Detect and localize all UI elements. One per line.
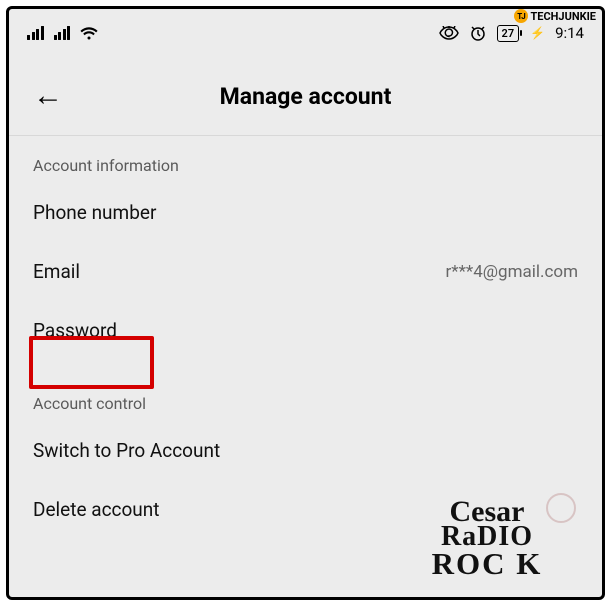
row-password[interactable]: Password: [9, 301, 602, 360]
page-title: Manage account: [9, 83, 602, 110]
section-account-control: Account control: [9, 360, 602, 421]
signal-1-icon: [27, 26, 44, 40]
row-label: Phone number: [33, 201, 156, 224]
wifi-icon: [80, 26, 98, 40]
row-switch-pro[interactable]: Switch to Pro Account: [9, 421, 602, 480]
watermark-line3: ROC K: [432, 550, 543, 577]
techjunkie-text: TECHJUNKIE: [530, 10, 596, 23]
email-value: r***4@gmail.com: [446, 262, 579, 282]
status-right: 27 ⚡ 9:14: [439, 24, 584, 42]
row-phone-number[interactable]: Phone number: [9, 183, 602, 242]
battery-indicator: 27: [497, 25, 520, 42]
row-label: Switch to Pro Account: [33, 439, 220, 462]
eye-icon: [439, 26, 459, 40]
battery-level: 27: [502, 27, 515, 40]
row-label: Email: [33, 260, 80, 283]
titlebar: ← Manage account: [9, 53, 602, 135]
status-bar: 27 ⚡ 9:14: [9, 13, 602, 53]
clock: 9:14: [555, 24, 584, 42]
section-account-information: Account information: [9, 136, 602, 183]
row-delete-account[interactable]: Delete account: [9, 480, 602, 539]
device-frame: TJ TECHJUNKIE 27 ⚡ 9:1: [6, 6, 605, 600]
back-arrow-icon[interactable]: ←: [33, 81, 63, 111]
row-label: Password: [33, 319, 117, 342]
row-label: Delete account: [33, 498, 160, 521]
alarm-icon: [469, 24, 487, 42]
row-email[interactable]: Email r***4@gmail.com: [9, 242, 602, 301]
techjunkie-icon: TJ: [514, 9, 528, 23]
techjunkie-watermark: TJ TECHJUNKIE: [514, 9, 596, 23]
signal-2-icon: [54, 26, 71, 40]
status-left: [27, 26, 98, 40]
charging-icon: ⚡: [530, 26, 545, 40]
